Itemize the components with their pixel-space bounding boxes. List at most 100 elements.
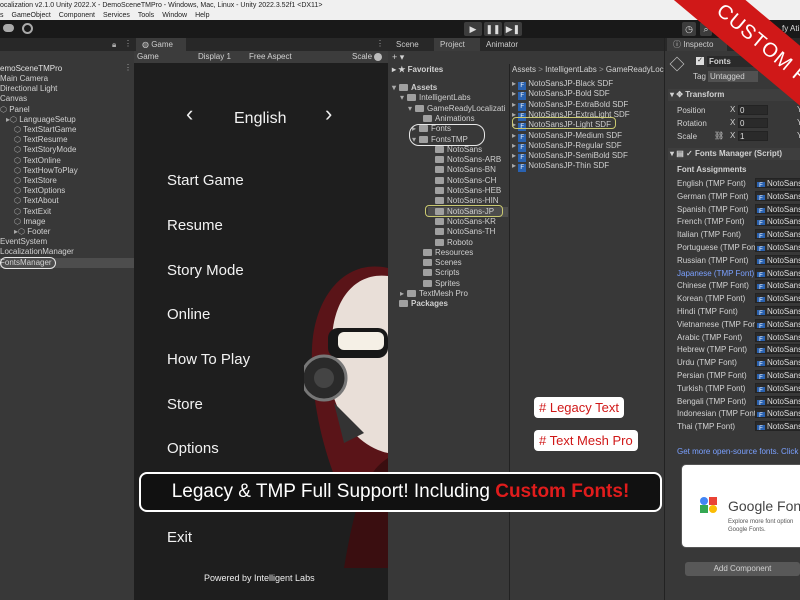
- kebab-icon[interactable]: ⋮: [124, 63, 132, 72]
- active-checkbox[interactable]: ✓: [696, 57, 704, 65]
- font-asset[interactable]: ▸ F NotoSansJP-ExtraBold SDF: [512, 100, 628, 111]
- font-field[interactable]: F NotoSans: [755, 242, 800, 252]
- font-field[interactable]: F NotoSans: [755, 382, 800, 393]
- tab-game[interactable]: ◍ Game: [136, 38, 186, 51]
- font-field[interactable]: F NotoSans: [755, 203, 800, 214]
- transform-header[interactable]: ▾ ✥ Transform: [668, 89, 800, 101]
- transform-field[interactable]: 0: [738, 105, 768, 115]
- expand-arrow-icon[interactable]: ▸: [400, 289, 407, 299]
- hierarchy-item[interactable]: ⬡ TextStoryMode: [14, 145, 134, 155]
- menu-item[interactable]: Window: [162, 12, 187, 19]
- project-folder[interactable]: Roboto: [428, 238, 473, 248]
- menu-item[interactable]: GameObject: [12, 12, 51, 19]
- game-menu-item[interactable]: How To Play: [167, 351, 250, 368]
- font-field[interactable]: F NotoSans: [755, 229, 800, 240]
- hierarchy-item[interactable]: ▸⬡ LanguageSetup: [6, 115, 134, 125]
- expand-arrow-icon[interactable]: ▾: [400, 93, 407, 103]
- font-field[interactable]: F NotoSans: [755, 357, 800, 368]
- game-menu-item[interactable]: Exit: [167, 529, 192, 546]
- project-folder[interactable]: Animations: [416, 114, 475, 124]
- font-field[interactable]: F NotoSans: [755, 280, 800, 291]
- project-folder[interactable]: Sprites: [416, 279, 460, 289]
- transform-field[interactable]: 0: [738, 118, 768, 128]
- project-folder[interactable]: NotoSans: [428, 145, 482, 155]
- tab-inspector[interactable]: ⓘ Inspecto: [667, 38, 727, 51]
- kebab-icon[interactable]: ⋮: [124, 39, 132, 48]
- hierarchy-item[interactable]: ⬡ TextOptions: [14, 186, 134, 196]
- font-field[interactable]: F NotoSans: [755, 267, 800, 278]
- prev-language-button[interactable]: ‹: [186, 101, 193, 127]
- project-folder[interactable]: NotoSans-TH: [428, 227, 495, 237]
- menu-item[interactable]: Services: [103, 12, 130, 19]
- game-menu-item[interactable]: Story Mode: [167, 262, 244, 279]
- project-folder[interactable]: Scenes: [416, 258, 462, 268]
- view-dropdown[interactable]: Game: [137, 52, 159, 61]
- breadcrumb-item[interactable]: GameReadyLoc: [606, 65, 664, 74]
- breadcrumb-item[interactable]: Assets: [512, 65, 536, 74]
- add-component-button[interactable]: Add Component: [685, 562, 800, 576]
- menu-item[interactable]: s: [0, 12, 4, 19]
- game-menu-item[interactable]: Options: [167, 440, 219, 457]
- font-field[interactable]: F NotoSans: [755, 306, 800, 316]
- project-folder[interactable]: ▾ IntelligentLabs: [400, 93, 471, 103]
- font-field[interactable]: F NotoSans: [755, 408, 800, 419]
- font-field[interactable]: F NotoSans: [755, 344, 800, 355]
- project-folder[interactable]: Resources: [416, 248, 473, 258]
- expand-arrow-icon[interactable]: ▾: [408, 104, 415, 114]
- game-menu-item[interactable]: Start Game: [167, 172, 244, 189]
- font-field[interactable]: F NotoSans: [755, 331, 800, 342]
- font-field[interactable]: F NotoSans: [755, 395, 800, 406]
- tab-scene[interactable]: Scene: [390, 38, 434, 51]
- hierarchy-item[interactable]: ⬡ TextStartGame: [14, 125, 134, 135]
- step-button[interactable]: ▶❚: [504, 22, 522, 36]
- transform-field[interactable]: 1: [738, 131, 768, 141]
- kebab-icon[interactable]: ⋮: [376, 39, 384, 48]
- tag-dropdown[interactable]: Untagged: [708, 71, 758, 82]
- font-field[interactable]: F NotoSans: [755, 216, 800, 227]
- lock-icon[interactable]: 🔒︎: [112, 40, 116, 50]
- project-folder[interactable]: ▾ Assets: [392, 83, 437, 93]
- project-folder[interactable]: ▾ GameReadyLocalizati: [408, 104, 505, 114]
- tab-animator[interactable]: Animator: [480, 38, 536, 51]
- cloud-icon[interactable]: [3, 24, 14, 32]
- hierarchy-item[interactable]: ⬡ TextAbout: [14, 196, 134, 206]
- scale-slider[interactable]: [374, 53, 382, 61]
- project-folder[interactable]: Scripts: [416, 268, 459, 278]
- add-asset-button[interactable]: + ▾: [392, 52, 404, 63]
- next-language-button[interactable]: ›: [325, 101, 332, 127]
- hierarchy-item[interactable]: ⬡ TextStore: [14, 176, 134, 186]
- hierarchy-item[interactable]: ⬡ TextExit: [14, 207, 134, 217]
- project-folder[interactable]: NotoSans-ARB: [428, 155, 501, 165]
- font-field[interactable]: F NotoSans: [755, 190, 800, 201]
- project-folder[interactable]: NotoSans-HEB: [428, 186, 501, 196]
- display-dropdown[interactable]: Display 1: [198, 52, 231, 61]
- pause-button[interactable]: ❚❚: [484, 22, 502, 36]
- font-asset[interactable]: ▸ F NotoSansJP-SemiBold SDF: [512, 151, 628, 163]
- game-menu-item[interactable]: Resume: [167, 217, 223, 234]
- settings-icon[interactable]: [22, 23, 33, 34]
- expand-arrow-icon[interactable]: ▾: [392, 83, 399, 93]
- hierarchy-item[interactable]: ⬡ Panel: [0, 105, 134, 115]
- project-folder[interactable]: NotoSans-CH: [428, 176, 496, 186]
- font-asset[interactable]: ▸ F NotoSansJP-Medium SDF: [512, 131, 622, 142]
- font-asset[interactable]: ▸ F NotoSansJP-Regular SDF: [512, 141, 622, 152]
- font-field[interactable]: F NotoSans: [755, 318, 800, 329]
- font-field[interactable]: F NotoSans: [755, 293, 800, 304]
- account-dropdown[interactable]: fy Ati: [782, 24, 799, 33]
- aspect-dropdown[interactable]: Free Aspect: [249, 52, 292, 61]
- link-icon[interactable]: ⛓: [714, 131, 724, 140]
- object-name-field[interactable]: Fonts: [707, 56, 800, 67]
- hierarchy-item[interactable]: ⬡ Image: [14, 217, 134, 227]
- hierarchy-item[interactable]: ▸⬡ Footer: [14, 227, 134, 237]
- hierarchy-item[interactable]: Directional Light: [0, 84, 134, 94]
- font-field[interactable]: F NotoSans: [755, 370, 800, 380]
- font-field[interactable]: F NotoSans: [755, 421, 800, 432]
- menu-item[interactable]: Tools: [138, 12, 154, 19]
- font-asset[interactable]: ▸ F NotoSansJP-Thin SDF: [512, 161, 609, 173]
- breadcrumb-item[interactable]: IntelligentLabs: [545, 65, 597, 74]
- project-folder[interactable]: NotoSans-KR: [428, 217, 496, 227]
- component-header[interactable]: ▾ ▤ ✓ Fonts Manager (Script): [668, 148, 800, 160]
- menu-item[interactable]: Component: [59, 12, 95, 19]
- history-icon[interactable]: ◷: [682, 22, 696, 36]
- play-button[interactable]: ▶: [464, 22, 482, 36]
